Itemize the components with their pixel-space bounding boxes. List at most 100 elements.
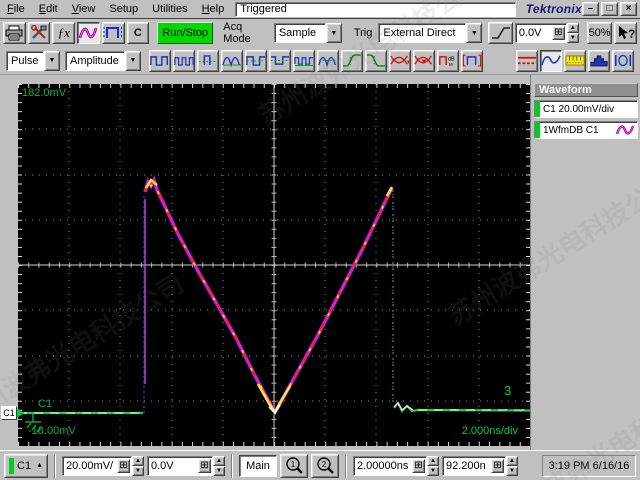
wfmdb-readout[interactable]: 1WfmDB C1 (534, 121, 638, 139)
window-controls: – □ × (582, 2, 637, 16)
measure-readout-button[interactable] (564, 49, 586, 72)
menu-utilities[interactable]: Utilities (145, 1, 194, 17)
waveform-view-button[interactable] (540, 49, 562, 72)
channel-1-marker-label: C1 (1, 406, 17, 420)
spin-up-icon[interactable]: ▲ (213, 455, 225, 466)
measure-gain-button[interactable]: dB M (437, 49, 459, 72)
measure-rise-time-button[interactable] (341, 49, 363, 72)
menu-setup[interactable]: Setup (102, 1, 145, 17)
measure-burst-button[interactable] (221, 49, 243, 72)
trig-source-select[interactable]: External Direct ▼ (378, 23, 483, 43)
channel-select-label: C1 (17, 459, 32, 472)
clock-recovery-button[interactable]: C (126, 22, 150, 44)
menu-help[interactable]: Help (195, 1, 232, 17)
set-50pct-button[interactable]: 50% (586, 22, 613, 44)
zoom-1-button[interactable]: 1 (280, 453, 308, 478)
vertical-offset-field[interactable]: 0.0V ⊞ (147, 455, 213, 476)
vertical-scale-group: 20.00mV/ ⊞ ▲ ▼ (62, 455, 144, 476)
horizontal-scale-field[interactable]: 2.00000ns ⊞ (353, 455, 427, 476)
ruler-yellow-icon (565, 55, 585, 66)
keypad-icon[interactable]: ⊞ (117, 458, 130, 473)
acq-mode-select[interactable]: Sample ▼ (273, 23, 342, 43)
curves2-icon (222, 56, 242, 68)
context-help-button[interactable]: ? (614, 22, 637, 44)
cursors-button[interactable] (516, 49, 538, 72)
keypad-icon[interactable]: ⊞ (551, 26, 565, 40)
measure-eye-width-button[interactable] (413, 49, 435, 72)
measure-fall-time-button[interactable] (365, 49, 387, 72)
keypad-icon[interactable]: ⊞ (491, 458, 504, 473)
vertical-scale-field[interactable]: 20.00mV/ ⊞ (62, 455, 132, 476)
spin-down-icon[interactable]: ▼ (132, 465, 144, 476)
minimize-button[interactable]: – (582, 2, 599, 16)
tektronix-logo: Tektronix (525, 2, 582, 16)
spin-down-icon[interactable]: ▼ (566, 33, 579, 43)
measure-mean-button[interactable] (269, 49, 291, 72)
pulse-neg-icon (270, 56, 290, 65)
math-fx-button[interactable]: ƒx (52, 22, 76, 44)
waveform-mode-button[interactable] (77, 22, 100, 44)
waveform-panel-header: Waveform (534, 83, 638, 97)
horizontal-scale-spinner: ▲ ▼ (427, 455, 439, 476)
zoom-2-button[interactable]: 2 (311, 453, 339, 478)
spin-down-icon[interactable]: ▼ (427, 465, 439, 476)
acq-mode-label: Acq Mode (223, 21, 251, 45)
print-button[interactable] (3, 22, 26, 44)
spin-down-icon[interactable]: ▼ (213, 465, 225, 476)
close-button[interactable]: × (620, 2, 637, 16)
mask-test-button[interactable] (612, 49, 634, 72)
spin-up-icon[interactable]: ▲ (506, 455, 518, 466)
measure-high-low-button[interactable] (149, 49, 171, 72)
pulse-mode-button[interactable] (101, 22, 125, 44)
svg-text:1: 1 (290, 460, 295, 469)
vertical-offset-group: 0.0V ⊞ ▲ ▼ (147, 455, 225, 476)
measure-cycle-button[interactable] (293, 49, 315, 72)
setup-tools-button[interactable] (27, 22, 51, 44)
keypad-icon[interactable]: ⊞ (412, 458, 425, 473)
run-stop-button[interactable]: Run/Stop (157, 22, 214, 44)
spin-up-icon[interactable]: ▲ (427, 455, 439, 466)
magnifier-1-icon: 1 (285, 457, 303, 474)
measure-eye-height-button[interactable] (389, 49, 411, 72)
vertical-offset-spinner: ▲ ▼ (213, 455, 225, 476)
pulse2-icon (150, 56, 168, 66)
histogram-button[interactable] (588, 49, 610, 72)
menu-file[interactable]: File (0, 1, 32, 17)
measure-rms-button[interactable] (317, 49, 339, 72)
graticule[interactable]: 182.0mV -18.00mV 2.000ns/div 3 C1 (18, 84, 531, 446)
menu-edit[interactable]: Edit (32, 1, 65, 17)
measure-category-value: Pulse (6, 50, 44, 71)
c-icon: C (133, 27, 142, 39)
timebase-main-button[interactable]: Main (239, 454, 277, 477)
spin-up-icon[interactable]: ▲ (566, 23, 579, 33)
menu-view[interactable]: View (65, 1, 103, 17)
measure-parameter-select[interactable]: Amplitude ▼ (65, 50, 141, 71)
chevron-down-icon[interactable]: ▼ (44, 50, 60, 71)
chevron-down-icon[interactable]: ▼ (466, 23, 483, 43)
measure-category-select[interactable]: Pulse ▼ (6, 50, 60, 71)
timebase-label: 2.000ns/div (462, 425, 519, 437)
spin-up-icon[interactable]: ▲ (132, 455, 144, 466)
vertical-scale-spinner: ▲ ▼ (132, 455, 144, 476)
readout-panel: Waveform C1 20.00mV/div 1WfmDB C1 (530, 75, 640, 450)
channel-scale-readout[interactable]: C1 20.00mV/div (534, 100, 638, 118)
spin-down-icon[interactable]: ▼ (506, 465, 518, 476)
measure-width-button[interactable] (197, 49, 219, 72)
keypad-icon[interactable]: ⊞ (198, 458, 211, 473)
chevron-down-icon[interactable]: ▼ (125, 50, 141, 71)
maximize-button[interactable]: □ (601, 2, 618, 16)
pulse-icon (103, 27, 123, 39)
channel-1-marker[interactable]: C1 (1, 406, 24, 420)
cursor-lines-icon (517, 56, 537, 65)
trig-slope-button[interactable] (488, 22, 513, 44)
measure-gated-button[interactable] (461, 49, 483, 72)
measure-period-button[interactable] (173, 49, 195, 72)
horizontal-position-spinner: ▲ ▼ (506, 455, 518, 476)
channel-select-button[interactable]: C1 ▲ (4, 453, 48, 478)
chevron-down-icon[interactable]: ▼ (325, 23, 342, 43)
horizontal-scale-value: 2.00000ns (357, 459, 409, 472)
horizontal-position-field[interactable]: 92.200n ⊞ (442, 455, 506, 476)
measure-amplitude-button[interactable] (245, 49, 267, 72)
trig-level-value: 0.0V (518, 27, 542, 39)
trig-level-field[interactable]: 0.0V ⊞ (514, 23, 567, 43)
